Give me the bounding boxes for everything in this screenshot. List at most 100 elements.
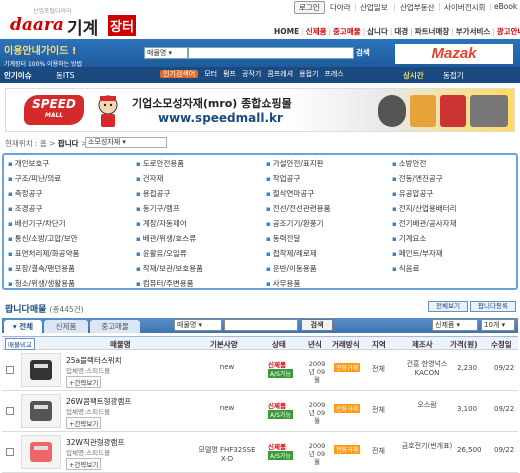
guide-box[interactable]: 이용안내가이드 ! 기계장터 100% 이용하는 방법 (4, 42, 114, 68)
speedmall-logo-text: SPEED (32, 97, 76, 111)
quick-view-button[interactable]: +간략보기 (66, 458, 102, 470)
category-link[interactable]: 절삭연마공구 (266, 188, 314, 199)
product-thumbnail[interactable] (21, 435, 61, 469)
search-input[interactable] (188, 47, 354, 59)
search-category-select[interactable]: 매물명 ▾ (144, 47, 188, 59)
page-size-select[interactable]: 10개 ▾ (481, 319, 515, 331)
tab-all-label: 전체 (19, 322, 34, 331)
quick-view-button[interactable]: +간략보기 (66, 376, 102, 388)
realestate-link[interactable]: 산업부동산 (400, 2, 435, 13)
category-link[interactable]: 건자재 (136, 173, 164, 184)
main-nav-item[interactable]: 파트너매장 (415, 27, 450, 36)
category-link[interactable]: 유공압공구 (392, 188, 434, 199)
compare-button[interactable]: 매물비교 (5, 338, 35, 350)
sort-select[interactable]: 신제품 ▾ (432, 319, 478, 331)
its-link[interactable]: 동ITS (56, 70, 74, 81)
list-title-text: 팝니다매물 (5, 305, 47, 315)
ilbo-link[interactable]: 산업일보 (360, 2, 388, 13)
main-nav-item[interactable]: HOME (274, 27, 299, 36)
category-link[interactable]: 구조/피난/의료 (8, 173, 61, 184)
category-link[interactable]: 계장/자동제어 (136, 218, 187, 229)
category-link[interactable]: 식음료 (392, 263, 420, 274)
category-link[interactable]: 포장/결속/팬던용품 (8, 263, 75, 274)
category-link[interactable]: 도로안전용품 (136, 158, 184, 169)
category-link[interactable]: 배관/위생/호스류 (136, 233, 196, 244)
mazak-ad-banner[interactable]: Mazak (395, 44, 513, 64)
keyword-link[interactable]: 공작기 (242, 70, 261, 78)
category-link[interactable]: 작업공구 (266, 173, 301, 184)
category-link[interactable]: 컴퓨터/주변용품 (136, 278, 194, 289)
speedmall-banner[interactable]: SPEED MALL 기업소모성자재(mro) 종합쇼핑몰 www.speedm… (5, 88, 515, 132)
site-logo[interactable]: 산업포털다아라 daara 기계 장터 (5, 6, 155, 39)
tab-all[interactable]: ▾ 전체 (4, 320, 42, 333)
category-link[interactable]: 전기배관/공사자재 (392, 218, 457, 229)
category-link[interactable]: 소방안전 (392, 158, 427, 169)
category-link[interactable]: 측정공구 (8, 188, 43, 199)
tab-used[interactable]: 중고매물 (90, 320, 140, 333)
all-view-button[interactable]: 전체보기 (428, 301, 468, 312)
table-row[interactable]: 26W콤팩트형광램프 업체명:스피드몰 +간략보기 new 신제품 A/S가능 2009년 … (2, 392, 518, 432)
main-nav-item[interactable]: 대경 (394, 27, 408, 36)
category-link[interactable]: 표면처리제/화공약품 (8, 248, 80, 259)
main-nav-item[interactable]: 부가서비스 (456, 27, 491, 36)
main-nav-item[interactable]: 광고안내 (497, 27, 520, 36)
row-checkbox[interactable] (6, 366, 14, 374)
category-link[interactable]: 기계요소 (392, 233, 427, 244)
product-year: 2009년 09월 (308, 401, 326, 425)
product-price: 2,230 (457, 364, 478, 372)
tab-new[interactable]: 신제품 (44, 320, 88, 333)
trade-method-badge: 전화거래 (334, 363, 361, 372)
ebook-link[interactable]: eBook (494, 2, 517, 11)
daara-link[interactable]: 다아라 (330, 2, 351, 13)
category-link[interactable]: 전선/전선관련용품 (266, 203, 331, 214)
register-sale-button[interactable]: 팝니다등록 (470, 301, 516, 312)
login-button[interactable]: 로그인 (294, 1, 325, 14)
filter-select[interactable]: 매물명 ▾ (174, 319, 222, 331)
category-link[interactable]: 청소/위생/생활용품 (8, 278, 75, 289)
main-nav-item[interactable]: 신제품 (306, 27, 327, 36)
keyword-link[interactable]: 용접기 (299, 70, 318, 78)
table-row[interactable]: 25a블랙터스위치 업체명:스피드몰 +간략보기 new 신제품 A/S가능 2009년 0… (2, 351, 518, 391)
keyword-link[interactable]: 인기검색어 (160, 70, 199, 78)
category-link[interactable]: 전지/산업용배터리 (392, 203, 457, 214)
filter-input[interactable] (224, 319, 298, 331)
table-header: 매물비교 매물명 기본사양 상태 년식 거래방식 지역 제조사 가격(원) 수정… (2, 336, 518, 350)
row-checkbox[interactable] (6, 448, 14, 456)
category-select[interactable]: 소모성자재 ▾ (85, 137, 167, 148)
search-button[interactable]: 검색 (356, 47, 376, 59)
product-date: 09/22 (494, 405, 515, 413)
filter-select-value: 매물명 (177, 321, 197, 329)
category-link[interactable]: 공조기기/환풍기 (266, 218, 324, 229)
keyword-link[interactable]: 펌프 (223, 70, 236, 78)
category-link[interactable]: 배선기구/차단기 (8, 218, 66, 229)
category-link[interactable]: 통신/소방/고압/보안 (8, 233, 78, 244)
category-link[interactable]: 가설안전/표지판 (266, 158, 324, 169)
category-link[interactable]: 페인트/부자재 (392, 248, 443, 259)
category-link[interactable]: 윤활유/오일류 (136, 248, 187, 259)
category-link[interactable]: 접착제/례로제 (266, 248, 317, 259)
keyword-link[interactable]: 프레스 (324, 70, 343, 78)
keyword-link[interactable]: 콤프레셔 (267, 70, 293, 78)
table-row[interactable]: 32W직관형광램프 업체명:스피드몰 +간략보기 모델명 FHF32SSE X-D 신제… (2, 433, 518, 473)
main-nav-item[interactable]: 삽니다 (367, 27, 388, 36)
search-select-value: 매물명 (147, 49, 167, 57)
category-link[interactable]: 동력전달 (266, 233, 301, 244)
category-link[interactable]: 전동/엔진공구 (392, 173, 443, 184)
product-thumbnail[interactable] (21, 353, 61, 387)
product-thumbnail[interactable] (21, 394, 61, 428)
realtime-keyword[interactable]: 동접기 (443, 70, 464, 81)
category-link[interactable]: 운반/이동용품 (266, 263, 317, 274)
mascot-icon (98, 95, 118, 127)
cyber-expo-link[interactable]: 사이버전시회 (444, 2, 485, 13)
category-link[interactable]: 개인보호구 (8, 158, 50, 169)
category-link[interactable]: 사무용품 (266, 278, 301, 289)
main-nav-item[interactable]: 중고매물 (333, 27, 361, 36)
filter-search-button[interactable]: 검색 (301, 319, 333, 331)
category-link[interactable]: 조경공구 (8, 203, 43, 214)
row-checkbox[interactable] (6, 407, 14, 415)
category-link[interactable]: 동기구/램프 (136, 203, 180, 214)
category-link[interactable]: 용접공구 (136, 188, 171, 199)
keyword-link[interactable]: 모터 (204, 70, 217, 78)
category-link[interactable]: 작재/보관/보호용품 (136, 263, 203, 274)
quick-view-button[interactable]: +간략보기 (66, 417, 102, 429)
